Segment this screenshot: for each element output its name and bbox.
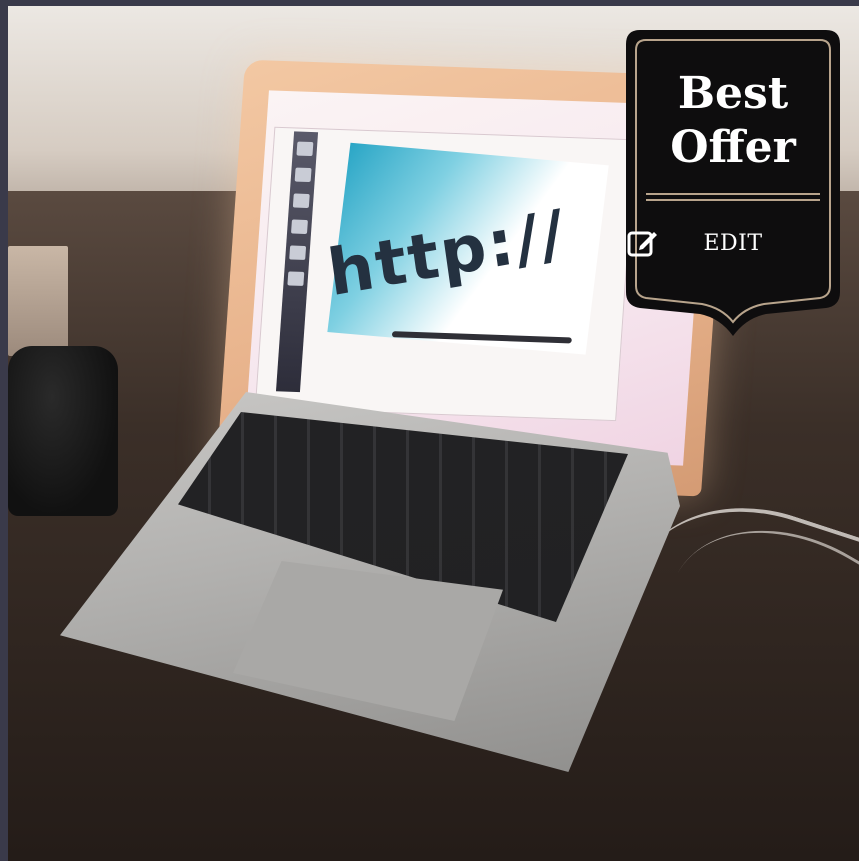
tool-icon (292, 193, 310, 209)
background-device (8, 346, 118, 516)
tool-icon (287, 271, 305, 286)
tool-icon (294, 167, 312, 183)
background-box (8, 246, 68, 356)
tool-icon (289, 245, 307, 261)
edit-button[interactable]: EDIT (626, 226, 840, 260)
tool-icon (290, 219, 308, 235)
edit-label: EDIT (703, 230, 763, 256)
badge-title-line1: Best (677, 68, 789, 119)
badge-title-line2: Offer (670, 122, 796, 173)
edit-icon (627, 231, 657, 257)
tool-icon (296, 141, 314, 157)
best-offer-badge: Best Offer EDIT (626, 30, 840, 338)
